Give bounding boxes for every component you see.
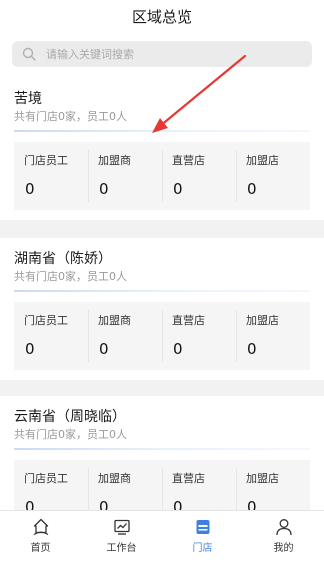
region-summary: 共有门店0家，员工0人 bbox=[14, 428, 127, 441]
stat-value: 0 bbox=[247, 340, 257, 358]
stat-label: 加盟店 bbox=[246, 154, 279, 167]
stat-franchisee: 加盟商 0 bbox=[88, 142, 162, 210]
stat-label: 门店员工 bbox=[24, 154, 68, 167]
stat-value: 0 bbox=[99, 498, 109, 510]
store-icon bbox=[196, 520, 209, 534]
stat-label: 门店员工 bbox=[24, 472, 68, 485]
region-name: 云南省（周晓临） bbox=[14, 409, 126, 425]
stat-store-staff: 门店员工 0 bbox=[14, 302, 88, 370]
stat-value: 0 bbox=[25, 498, 35, 510]
stat-direct-store: 直营店 0 bbox=[162, 302, 236, 370]
stat-value: 0 bbox=[173, 340, 183, 358]
stat-label: 直营店 bbox=[172, 472, 205, 485]
tab-workbench[interactable]: 工作台 bbox=[81, 511, 162, 563]
page-title: 区域总览 bbox=[131, 8, 192, 26]
region-card[interactable]: 苦境 共有门店0家，员工0人 门店员工 0 加盟商 0 直营店 0 加盟店 0 bbox=[0, 78, 324, 220]
stat-label: 加盟店 bbox=[246, 472, 279, 485]
stat-label: 加盟店 bbox=[246, 314, 279, 327]
region-summary: 共有门店0家，员工0人 bbox=[14, 270, 127, 283]
tab-home[interactable]: 首页 bbox=[0, 511, 81, 563]
bottom-tab-bar: 首页 工作台 门店 我的 bbox=[0, 510, 324, 563]
tab-profile[interactable]: 我的 bbox=[243, 511, 324, 563]
stat-value: 0 bbox=[99, 180, 109, 198]
stat-label: 门店员工 bbox=[24, 314, 68, 327]
stat-label: 加盟商 bbox=[98, 154, 131, 167]
profile-icon bbox=[275, 519, 292, 536]
stat-value: 0 bbox=[25, 340, 35, 358]
region-summary: 共有门店0家，员工0人 bbox=[14, 110, 127, 123]
stat-franchise-store: 加盟店 0 bbox=[236, 460, 310, 510]
tab-label: 工作台 bbox=[106, 543, 137, 554]
search-input[interactable]: 请输入关键词搜索 bbox=[12, 41, 312, 67]
stat-label: 直营店 bbox=[172, 314, 205, 327]
region-card[interactable]: 湖南省（陈娇） 共有门店0家，员工0人 门店员工 0 加盟商 0 直营店 0 加… bbox=[0, 238, 324, 380]
tab-label: 门店 bbox=[192, 543, 213, 554]
home-icon bbox=[33, 518, 48, 536]
stat-direct-store: 直营店 0 bbox=[162, 142, 236, 210]
region-stats: 门店员工 0 加盟商 0 直营店 0 加盟店 0 bbox=[14, 142, 310, 210]
region-stats: 门店员工 0 加盟商 0 直营店 0 加盟店 0 bbox=[14, 460, 310, 510]
page-header: 区域总览 请输入关键词搜索 bbox=[0, 0, 324, 78]
search-placeholder: 请输入关键词搜索 bbox=[46, 48, 134, 61]
region-name: 湖南省（陈娇） bbox=[14, 251, 112, 267]
stat-value: 0 bbox=[247, 498, 257, 510]
stat-franchise-store: 加盟店 0 bbox=[236, 142, 310, 210]
stat-label: 加盟商 bbox=[98, 472, 131, 485]
tab-store[interactable]: 门店 bbox=[162, 511, 243, 563]
divider bbox=[14, 290, 310, 292]
stat-value: 0 bbox=[247, 180, 257, 198]
stat-value: 0 bbox=[99, 340, 109, 358]
stat-franchisee: 加盟商 0 bbox=[88, 302, 162, 370]
stat-franchise-store: 加盟店 0 bbox=[236, 302, 310, 370]
stat-label: 直营店 bbox=[172, 154, 205, 167]
stat-value: 0 bbox=[25, 180, 35, 198]
region-card[interactable]: 云南省（周晓临） 共有门店0家，员工0人 门店员工 0 加盟商 0 直营店 0 … bbox=[0, 396, 324, 510]
stat-direct-store: 直营店 0 bbox=[162, 460, 236, 510]
region-name: 苦境 bbox=[14, 91, 42, 107]
region-list[interactable]: 苦境 共有门店0家，员工0人 门店员工 0 加盟商 0 直营店 0 加盟店 0 … bbox=[0, 78, 324, 510]
divider bbox=[14, 448, 310, 450]
stat-store-staff: 门店员工 0 bbox=[14, 460, 88, 510]
stat-label: 加盟商 bbox=[98, 314, 131, 327]
divider bbox=[14, 130, 310, 132]
region-stats: 门店员工 0 加盟商 0 直营店 0 加盟店 0 bbox=[14, 302, 310, 370]
stat-store-staff: 门店员工 0 bbox=[14, 142, 88, 210]
stat-value: 0 bbox=[173, 498, 183, 510]
search-icon bbox=[22, 47, 36, 61]
stat-value: 0 bbox=[173, 180, 183, 198]
stat-franchisee: 加盟商 0 bbox=[88, 460, 162, 510]
tab-label: 首页 bbox=[30, 543, 51, 554]
workbench-icon bbox=[113, 519, 130, 535]
tab-label: 我的 bbox=[273, 543, 294, 554]
